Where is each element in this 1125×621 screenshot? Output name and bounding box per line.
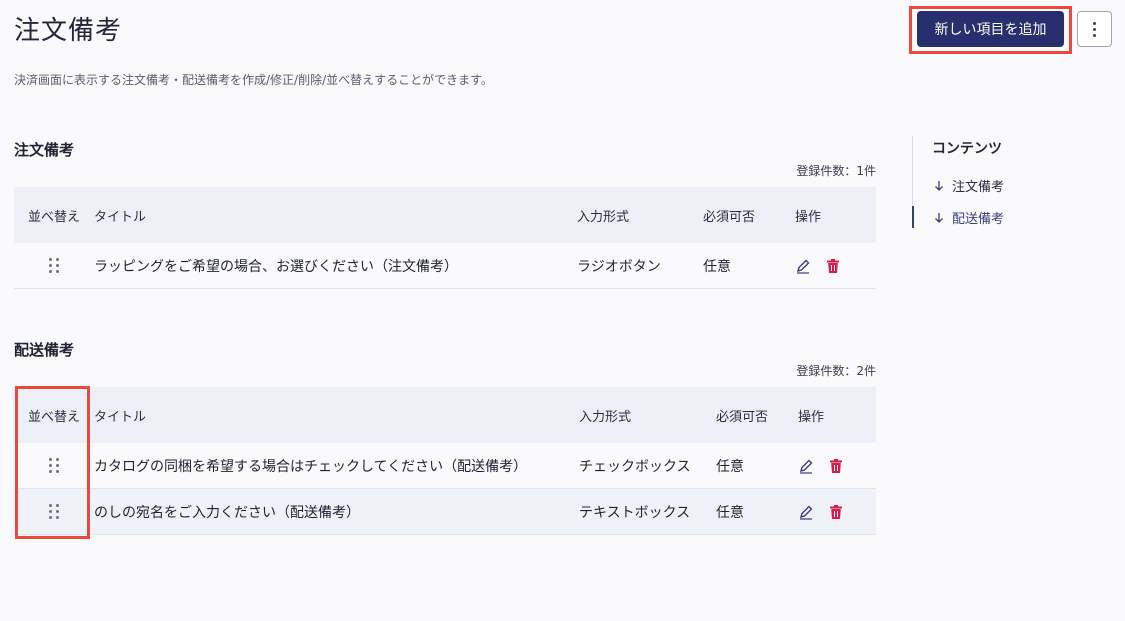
column-header-required: 必須可否 [716,409,769,425]
kebab-menu-icon [1093,21,1096,37]
trash-icon[interactable] [828,504,844,520]
row-actions [798,458,844,474]
order-notes-table: 並べ替え タイトル 入力形式 必須可否 操作 ラッピングをご希望の場合、お選びく… [14,187,876,289]
column-header-input-type: 入力形式 [579,409,632,425]
toc-item-label: 注文備考 [952,180,1005,195]
table-of-contents: コンテンツ 注文備考 配送備考 [912,136,1112,228]
row-required: 任意 [716,458,744,475]
page-title: 注文備考 [14,16,123,46]
edit-icon[interactable] [798,458,814,474]
column-header-title: タイトル [94,209,147,225]
row-input-type: テキストボックス [579,504,691,521]
toc-item-order-notes[interactable]: 注文備考 [934,176,1004,195]
arrow-down-icon [935,180,943,191]
row-input-type: ラジオボタン [577,258,661,275]
page-description: 決済画面に表示する注文備考・配送備考を作成/修正/削除/並べ替えすることができま… [14,73,493,87]
row-input-type: チェックボックス [579,458,691,475]
trash-icon[interactable] [828,458,844,474]
trash-icon[interactable] [825,258,841,274]
shipping-notes-heading: 配送備考 [14,341,75,359]
shipping-notes-count: 登録件数：2件 [796,364,876,378]
column-header-sort: 並べ替え [27,209,80,225]
edit-icon[interactable] [798,504,814,520]
row-required: 任意 [703,258,731,275]
table-header: 並べ替え タイトル 入力形式 必須可否 操作 [14,187,876,243]
order-notes-count: 登録件数：1件 [796,164,876,178]
highlight-box-sort-column [15,386,90,539]
drag-handle[interactable] [14,258,94,273]
row-title: ラッピングをご希望の場合、お選びください（注文備考） [94,258,458,275]
table-row: ラッピングをご希望の場合、お選びください（注文備考） ラジオボタン 任意 [14,243,876,289]
toc-item-label: 配送備考 [952,212,1005,227]
order-notes-heading: 注文備考 [14,141,75,159]
column-header-required: 必須可否 [703,209,756,225]
row-title: のしの宛名をご入力ください（配送備考） [94,504,360,521]
toc-title: コンテンツ [932,141,1002,157]
column-header-input-type: 入力形式 [577,209,630,225]
row-actions [795,258,841,274]
toc-item-shipping-notes[interactable]: 配送備考 [934,208,1004,227]
column-header-actions: 操作 [795,209,822,225]
drag-handle-icon [49,258,59,273]
column-header-actions: 操作 [798,409,825,425]
highlight-box-add-button [909,6,1072,54]
table-row: カタログの同梱を希望する場合はチェックしてください（配送備考） チェックボックス… [14,443,876,489]
column-header-title: タイトル [94,409,147,425]
row-title: カタログの同梱を希望する場合はチェックしてください（配送備考） [94,458,528,475]
shipping-notes-table: 並べ替え タイトル 入力形式 必須可否 操作 カタログの同梱を希望する場合はチェ… [14,387,876,535]
edit-icon[interactable] [795,258,811,274]
arrow-down-icon [935,212,943,223]
table-header: 並べ替え タイトル 入力形式 必須可否 操作 [14,387,876,443]
row-actions [798,504,844,520]
row-required: 任意 [716,504,744,521]
toc-active-indicator [912,206,914,228]
table-row: のしの宛名をご入力ください（配送備考） テキストボックス 任意 [14,489,876,535]
more-options-button[interactable] [1077,11,1112,47]
